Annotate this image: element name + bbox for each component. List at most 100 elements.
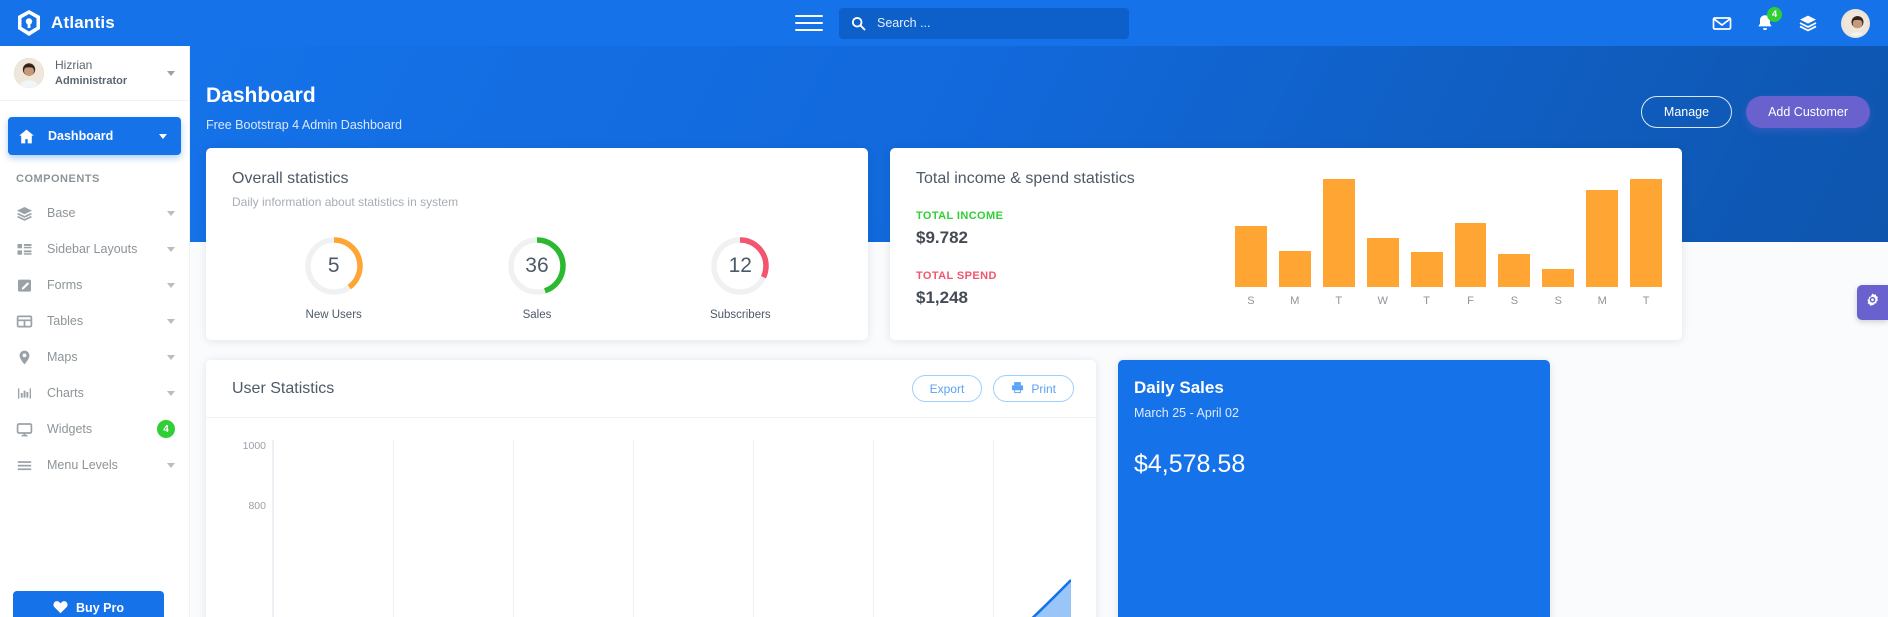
sidebar: Hizrian Administrator Dashboard COMPONEN… — [0, 46, 190, 617]
user-statistics-actions: Export Print — [912, 375, 1074, 402]
income-summary: TOTAL INCOME $9.782 TOTAL SPEND $1,248 — [916, 210, 1003, 308]
chevron-down-icon — [167, 463, 175, 468]
stat-value: 36 — [506, 235, 568, 297]
menu-icon — [16, 457, 33, 474]
sidebar-item-menu-levels[interactable]: Menu Levels — [0, 447, 189, 483]
card-subtitle: Daily information about statistics in sy… — [232, 195, 842, 209]
sidebar-item-label: Base — [47, 206, 76, 220]
sidebar-user-role: Administrator — [55, 74, 127, 89]
sidebar-item-tables[interactable]: Tables — [0, 303, 189, 339]
income-bar-chart: SMTWTFSSMT — [1235, 179, 1662, 307]
search-input[interactable]: Search ... — [839, 8, 1129, 39]
settings-tab-button[interactable] — [1857, 285, 1888, 320]
sidebar-user-block[interactable]: Hizrian Administrator — [0, 46, 189, 101]
page-header-actions: Manage Add Customer — [1641, 96, 1870, 128]
bar-label: M — [1290, 295, 1299, 307]
card-title: User Statistics — [232, 380, 334, 398]
layers-icon — [16, 205, 33, 222]
donut-chart: 36 — [506, 235, 568, 297]
sidebar-section-header: COMPONENTS — [0, 155, 189, 195]
page-title: Dashboard — [206, 84, 316, 108]
bell-icon[interactable]: 4 — [1755, 13, 1775, 33]
bar-column: M — [1279, 179, 1311, 307]
sidebar-item-sidebar-layouts[interactable]: Sidebar Layouts — [0, 231, 189, 267]
stat-subscribers: 12 Subscribers — [639, 235, 842, 321]
avatar[interactable] — [1841, 9, 1870, 38]
layers-icon[interactable] — [1798, 13, 1818, 33]
sidebar-item-label: Maps — [47, 350, 78, 364]
bar-column: S — [1542, 179, 1574, 307]
sidebar-item-label: Menu Levels — [47, 458, 118, 472]
shield-hex-logo-icon — [16, 9, 42, 37]
search-icon — [851, 16, 866, 31]
overall-statistics-card: Overall statistics Daily information abo… — [206, 148, 868, 340]
total-spend-label: TOTAL SPEND — [916, 270, 1003, 282]
bar — [1367, 238, 1399, 287]
top-nav-icons: 4 — [1712, 9, 1870, 38]
sidebar-item-label: Charts — [47, 386, 84, 400]
sidebar-item-maps[interactable]: Maps — [0, 339, 189, 375]
chevron-down-icon — [167, 391, 175, 396]
chevron-down-icon — [167, 247, 175, 252]
print-label: Print — [1031, 382, 1056, 396]
sidebar-item-charts[interactable]: Charts — [0, 375, 189, 411]
total-income-label: TOTAL INCOME — [916, 210, 1003, 222]
bar-label: T — [1643, 295, 1650, 307]
bar — [1411, 252, 1443, 287]
home-icon — [18, 128, 35, 145]
bar-label: S — [1247, 295, 1254, 307]
y-tick-label: 1000 — [243, 440, 266, 452]
user-statistics-chart: 1000 800 — [206, 418, 1096, 617]
buy-pro-button[interactable]: Buy Pro — [13, 591, 164, 617]
chevron-down-icon — [167, 283, 175, 288]
chevron-down-icon — [167, 319, 175, 324]
user-statistics-header: User Statistics Export Print — [206, 360, 1096, 418]
donut-chart: 12 — [709, 235, 771, 297]
chevron-down-icon[interactable] — [167, 71, 175, 76]
buy-pro-label: Buy Pro — [76, 601, 124, 615]
sidebar-item-dashboard[interactable]: Dashboard — [8, 117, 181, 155]
manage-button[interactable]: Manage — [1641, 96, 1732, 128]
bar-label: M — [1598, 295, 1607, 307]
card-title: Overall statistics — [232, 170, 842, 188]
sidebar-item-widgets[interactable]: Widgets 4 — [0, 411, 189, 447]
grid-icon — [16, 241, 33, 258]
plot-area — [272, 440, 1070, 617]
sidebar-item-base[interactable]: Base — [0, 195, 189, 231]
income-spend-card: Total income & spend statistics TOTAL IN… — [890, 148, 1682, 340]
bar-label: T — [1423, 295, 1430, 307]
bar-column: T — [1630, 179, 1662, 307]
envelope-icon[interactable] — [1712, 13, 1732, 33]
bar-label: S — [1511, 295, 1518, 307]
export-button[interactable]: Export — [912, 375, 983, 402]
sidebar-item-forms[interactable]: Forms — [0, 267, 189, 303]
chevron-down-icon — [167, 355, 175, 360]
bar — [1586, 190, 1618, 287]
bar — [1455, 223, 1487, 287]
daily-sales-amount: $4,578.58 — [1118, 420, 1550, 479]
total-income-value: $9.782 — [916, 228, 1003, 248]
bar-column: T — [1323, 179, 1355, 307]
bar — [1498, 254, 1530, 287]
page-subtitle: Free Bootstrap 4 Admin Dashboard — [206, 118, 402, 132]
daily-sales-card: Daily Sales March 25 - April 02 $4,578.5… — [1118, 360, 1550, 617]
daily-sales-title: Daily Sales — [1118, 360, 1550, 398]
user-statistics-card: User Statistics Export Print 1000 — [206, 360, 1096, 617]
gear-icon — [1864, 292, 1881, 314]
sidebar-item-label: Forms — [47, 278, 82, 292]
export-label: Export — [930, 382, 965, 396]
bar-column: F — [1455, 179, 1487, 307]
brand-logo-zone[interactable]: Atlantis — [0, 0, 190, 46]
bar-column: T — [1411, 179, 1443, 307]
add-customer-button[interactable]: Add Customer — [1746, 96, 1870, 128]
sidebar-item-label: Sidebar Layouts — [47, 242, 137, 256]
bar-label: F — [1467, 295, 1474, 307]
hamburger-icon[interactable] — [795, 0, 823, 46]
sidebar-nav-list: Dashboard COMPONENTS Base — [0, 101, 189, 483]
print-button[interactable]: Print — [993, 375, 1074, 402]
bar-column: W — [1367, 179, 1399, 307]
bar-chart-icon — [16, 385, 33, 402]
bar-label: T — [1335, 295, 1342, 307]
stat-label: Sales — [523, 309, 552, 321]
sidebar-user-name: Hizrian — [55, 57, 127, 73]
